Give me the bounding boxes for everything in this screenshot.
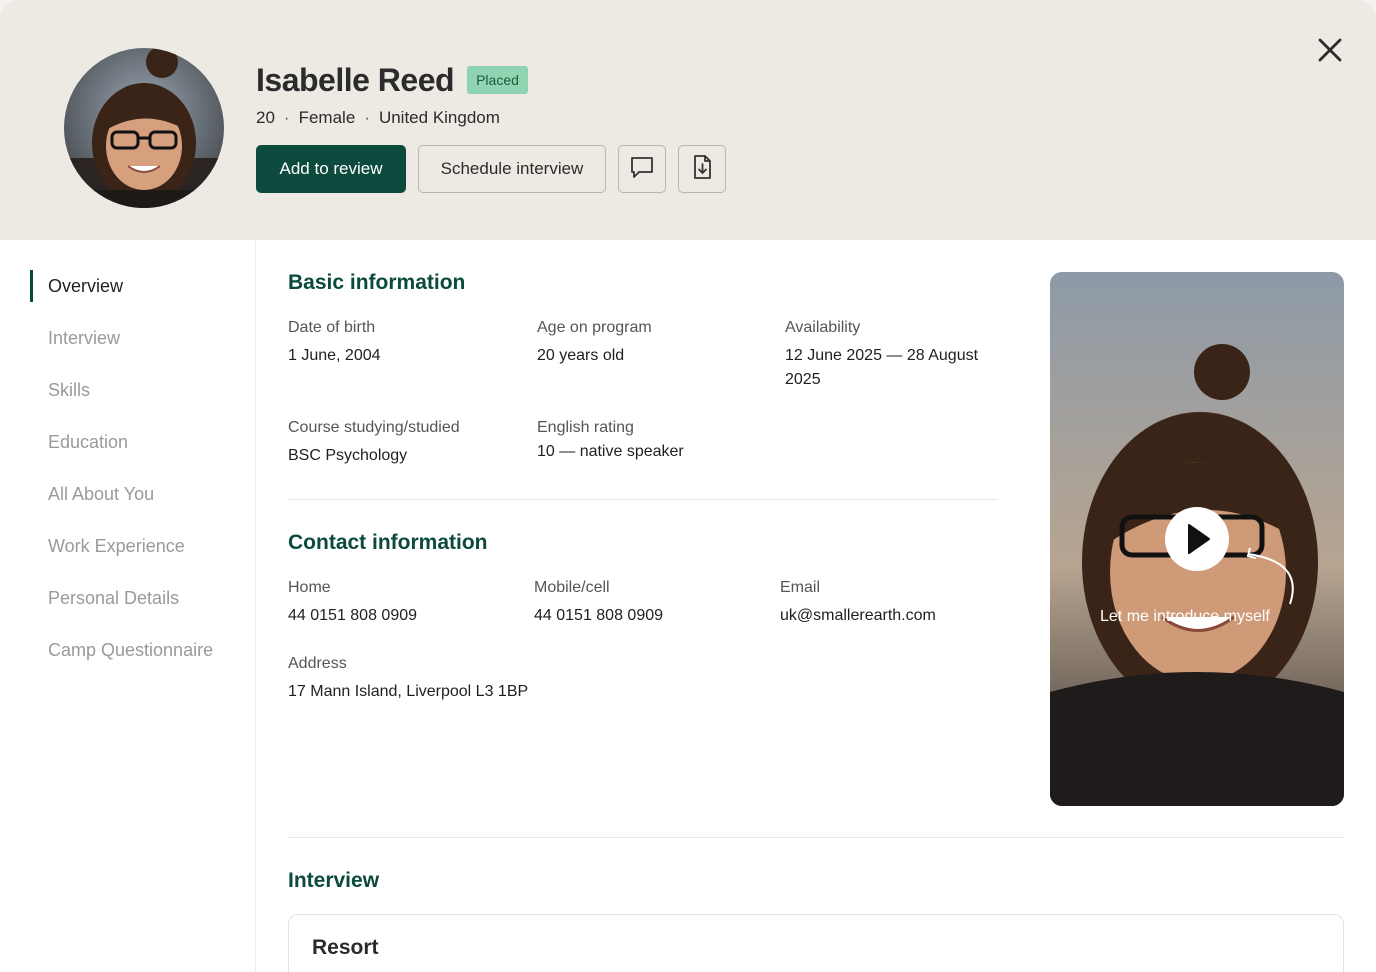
sidebar-item-education[interactable]: Education	[48, 432, 128, 453]
candidate-gender: Female	[298, 108, 356, 127]
contact-info-title: Contact information	[288, 531, 488, 554]
sidebar-item-personal-details[interactable]: Personal Details	[48, 588, 179, 609]
dob-value: 1 June, 2004	[288, 347, 381, 364]
home-phone-label: Home	[288, 579, 331, 596]
download-button[interactable]	[678, 145, 726, 193]
dob-label: Date of birth	[288, 319, 376, 336]
resort-card-title: Resort	[312, 936, 379, 959]
meta-separator: ·	[283, 108, 290, 127]
profile-panel: Isabelle Reed Placed 20 · Female · Unite…	[0, 0, 1376, 972]
sidebar-item-interview[interactable]: Interview	[48, 328, 120, 349]
sidebar-item-overview[interactable]: Overview	[48, 276, 123, 297]
mobile-value: 44 0151 808 0909	[534, 607, 664, 624]
play-icon	[1165, 524, 1229, 575]
schedule-interview-button[interactable]: Schedule interview	[418, 145, 606, 193]
candidate-country: United Kingdom	[378, 108, 500, 127]
resort-card[interactable]	[288, 914, 1344, 972]
download-file-icon	[689, 154, 715, 185]
status-badge: Placed	[467, 66, 528, 94]
sidebar-item-work-experience[interactable]: Work Experience	[48, 536, 185, 557]
video-caption: Let me introduce myself	[1100, 608, 1270, 625]
candidate-meta: 20 · Female · United Kingdom	[256, 108, 500, 128]
meta-separator: ·	[364, 108, 370, 127]
message-button[interactable]	[618, 145, 666, 193]
section-divider	[288, 837, 1344, 838]
candidate-name: Isabelle Reed	[256, 62, 455, 98]
close-icon	[1314, 38, 1346, 70]
sidebar-item-skills[interactable]: Skills	[48, 380, 90, 401]
play-button[interactable]	[1165, 507, 1229, 571]
address-label: Address	[288, 655, 347, 672]
sidebar-item-camp-questionnaire[interactable]: Camp Questionnaire	[48, 640, 213, 661]
availability-value-line1: 12 June 2025 — 28 August	[785, 347, 979, 364]
home-phone-value: 44 0151 808 0909	[288, 607, 418, 624]
message-icon	[629, 154, 655, 185]
basic-info-title: Basic information	[288, 271, 466, 294]
interview-title: Interview	[288, 869, 380, 892]
english-label: English rating	[537, 419, 634, 436]
course-label: Course studying/studied	[288, 419, 460, 436]
age-label: Age on program	[537, 319, 652, 336]
availability-value-line2: 2025	[785, 371, 821, 388]
avatar	[64, 48, 224, 208]
sidebar-item-all-about-you[interactable]: All About You	[48, 484, 154, 505]
mobile-label: Mobile/cell	[534, 579, 610, 596]
course-value: BSC Psychology	[288, 447, 408, 464]
availability-label: Availability	[785, 319, 861, 336]
address-value: 17 Mann Island, Liverpool L3 1BP	[288, 683, 529, 700]
candidate-age: 20	[256, 108, 275, 127]
section-divider	[288, 499, 998, 500]
close-button[interactable]	[1314, 34, 1346, 66]
age-value: 20 years old	[537, 347, 625, 364]
email-value: uk@smallerearth.com	[780, 607, 936, 624]
profile-header: Isabelle Reed Placed 20 · Female · Unite…	[0, 0, 1376, 240]
email-label: Email	[780, 579, 821, 596]
english-value: 10 — native speaker	[537, 443, 684, 460]
add-to-review-button[interactable]: Add to review	[256, 145, 406, 193]
active-indicator	[30, 270, 33, 302]
